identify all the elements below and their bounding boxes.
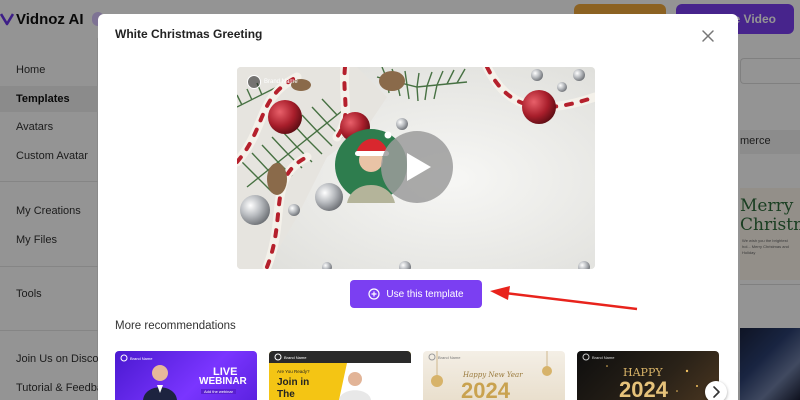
plus-circle-icon bbox=[368, 288, 380, 300]
rec-line2: WEBINAR bbox=[199, 376, 247, 387]
rec-line3: The bbox=[277, 389, 295, 400]
rec-brand: Brand Name bbox=[592, 355, 615, 360]
recommendation-card[interactable]: Brand Name LIVE WEBINAR Add the webinar bbox=[115, 351, 257, 400]
brand-logo-icon bbox=[247, 75, 261, 89]
preview-brand-badge: Brand Name bbox=[247, 75, 298, 89]
rec-line2: Join in bbox=[277, 377, 310, 388]
recommendation-card[interactable]: Brand Name Happy New Year 2024 bbox=[423, 351, 565, 400]
rec-brand: Brand Name bbox=[438, 355, 461, 360]
christmas-scene-image bbox=[237, 67, 595, 269]
close-icon[interactable] bbox=[698, 26, 718, 46]
rec-line2: 2024 bbox=[619, 377, 668, 400]
chevron-right-icon bbox=[713, 386, 720, 398]
next-recommendations-button[interactable] bbox=[705, 381, 727, 400]
video-preview[interactable]: Brand Name bbox=[237, 67, 595, 269]
rec-brand: Brand Name bbox=[130, 356, 153, 361]
recommendations-title: More recommendations bbox=[115, 320, 236, 332]
brand-name: Brand Name bbox=[264, 79, 298, 85]
recommendation-card[interactable]: Brand Name Are You Ready? Join in The bbox=[269, 351, 411, 400]
rec-line1: Are You Ready? bbox=[277, 369, 310, 374]
use-template-button[interactable]: Use this template bbox=[350, 280, 482, 308]
rec-line3: Add the webinar bbox=[201, 389, 236, 394]
use-template-label: Use this template bbox=[386, 288, 464, 300]
rec-line2: 2024 bbox=[461, 378, 510, 400]
recommendation-card[interactable]: Brand Name HAPPY 2024 bbox=[577, 351, 719, 400]
template-preview-modal: White Christmas Greeting Brand Name Use … bbox=[98, 14, 738, 400]
rec-brand: Brand Name bbox=[284, 355, 307, 360]
modal-title: White Christmas Greeting bbox=[115, 27, 263, 41]
